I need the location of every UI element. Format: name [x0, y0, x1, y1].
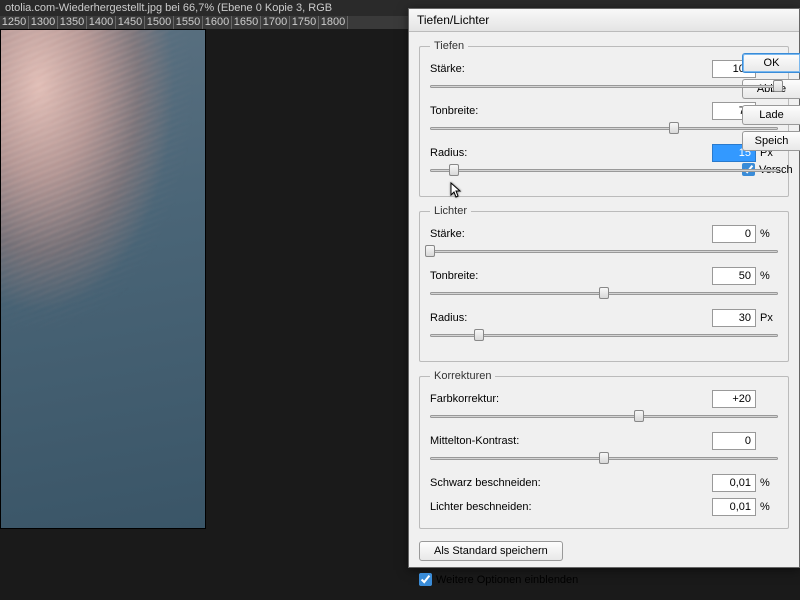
slider-thumb[interactable]: [449, 164, 459, 176]
slider-thumb[interactable]: [599, 287, 609, 299]
more-options-checkbox[interactable]: [419, 573, 432, 586]
highlights-amount-input[interactable]: [712, 225, 756, 243]
highlights-radius-unit: Px: [760, 312, 778, 324]
highlights-tonal-label: Tonbreite:: [430, 270, 712, 282]
highlights-amount-unit: %: [760, 228, 778, 240]
white-clip-row: Lichter beschneiden: %: [430, 498, 778, 516]
highlights-amount-slider[interactable]: [430, 245, 778, 259]
highlights-radius-row: Radius: Px: [430, 309, 778, 327]
slider-thumb[interactable]: [669, 122, 679, 134]
white-clip-unit: %: [760, 501, 778, 513]
highlights-group: Lichter Stärke: % Tonbreite: % Radius: P…: [419, 205, 789, 362]
midtone-contrast-row: Mittelton-Kontrast:: [430, 432, 778, 450]
highlights-tonal-row: Tonbreite: %: [430, 267, 778, 285]
white-clip-label: Lichter beschneiden:: [430, 501, 712, 513]
shadows-group: Tiefen Stärke: % Tonbreite: % Radius: Px: [419, 40, 789, 197]
shadows-radius-label: Radius:: [430, 147, 712, 159]
highlights-tonal-input[interactable]: [712, 267, 756, 285]
highlights-radius-input[interactable]: [712, 309, 756, 327]
more-options-row[interactable]: Weitere Optionen einblenden: [419, 573, 789, 586]
canvas-area[interactable]: [0, 29, 206, 529]
shadows-amount-slider[interactable]: [430, 80, 778, 94]
midtone-contrast-slider[interactable]: [430, 452, 778, 466]
slider-thumb[interactable]: [425, 245, 435, 257]
shadows-highlights-dialog: Tiefen/Lichter OK Abbre Lade Speich Vors…: [408, 8, 800, 568]
color-correction-input[interactable]: [712, 390, 756, 408]
shadows-tonal-slider[interactable]: [430, 122, 778, 136]
slider-thumb[interactable]: [474, 329, 484, 341]
image-canvas[interactable]: [0, 29, 206, 529]
midtone-contrast-input[interactable]: [712, 432, 756, 450]
black-clip-row: Schwarz beschneiden: %: [430, 474, 778, 492]
black-clip-input[interactable]: [712, 474, 756, 492]
slider-thumb[interactable]: [773, 80, 783, 92]
highlights-radius-slider[interactable]: [430, 329, 778, 343]
adjustments-group: Korrekturen Farbkorrektur: Mittelton-Kon…: [419, 370, 789, 529]
save-as-default-button[interactable]: Als Standard speichern: [419, 541, 563, 561]
shadows-amount-row: Stärke: %: [430, 60, 778, 78]
adjustments-legend: Korrekturen: [430, 370, 495, 382]
black-clip-unit: %: [760, 477, 778, 489]
image-content: [0, 29, 206, 390]
highlights-legend: Lichter: [430, 205, 471, 217]
more-options-label: Weitere Optionen einblenden: [436, 574, 578, 586]
color-correction-row: Farbkorrektur:: [430, 390, 778, 408]
shadows-radius-slider[interactable]: [430, 164, 778, 178]
highlights-tonal-slider[interactable]: [430, 287, 778, 301]
shadows-radius-row: Radius: Px: [430, 144, 778, 162]
highlights-amount-label: Stärke:: [430, 228, 712, 240]
slider-thumb[interactable]: [634, 410, 644, 422]
black-clip-label: Schwarz beschneiden:: [430, 477, 712, 489]
slider-thumb[interactable]: [599, 452, 609, 464]
shadows-tonal-label: Tonbreite:: [430, 105, 712, 117]
ok-button[interactable]: OK: [742, 53, 800, 73]
shadows-legend: Tiefen: [430, 40, 468, 52]
color-correction-label: Farbkorrektur:: [430, 393, 712, 405]
shadows-tonal-row: Tonbreite: %: [430, 102, 778, 120]
highlights-tonal-unit: %: [760, 270, 778, 282]
midtone-contrast-label: Mittelton-Kontrast:: [430, 435, 712, 447]
white-clip-input[interactable]: [712, 498, 756, 516]
highlights-amount-row: Stärke: %: [430, 225, 778, 243]
shadows-amount-label: Stärke:: [430, 63, 712, 75]
highlights-radius-label: Radius:: [430, 312, 712, 324]
dialog-title: Tiefen/Lichter: [409, 9, 799, 32]
color-correction-slider[interactable]: [430, 410, 778, 424]
